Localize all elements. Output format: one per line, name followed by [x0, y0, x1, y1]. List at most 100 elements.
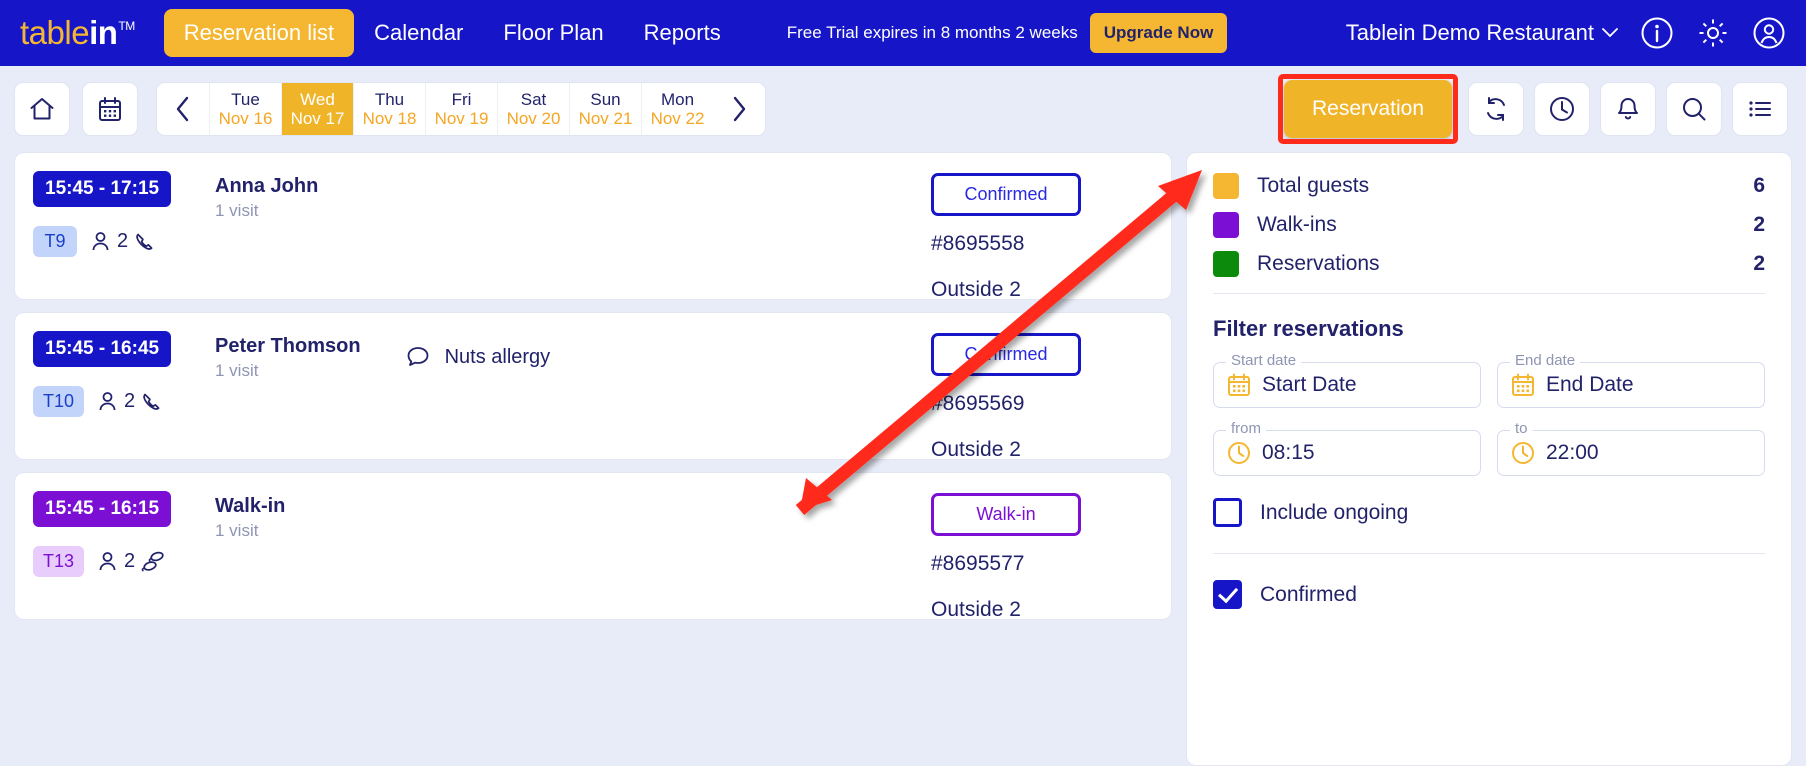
stat-row-total-guests: Total guests 6: [1213, 173, 1765, 199]
reservation-number: #8695558: [931, 231, 1025, 255]
time-badge: 15:45 - 16:15: [33, 491, 172, 527]
day-cell-wed[interactable]: Wed Nov 17: [281, 83, 353, 135]
visit-count: 1 visit: [215, 521, 259, 540]
color-swatch: [1213, 251, 1239, 277]
bell-icon[interactable]: [1600, 82, 1656, 136]
day-of-month: Nov 21: [578, 109, 633, 128]
table-badge: T10: [33, 386, 85, 417]
footprints-icon: [141, 551, 164, 572]
guest-count: 2: [96, 390, 163, 413]
tablein-logo[interactable]: tableinTM: [20, 14, 142, 52]
include-ongoing-checkbox[interactable]: [1213, 498, 1242, 527]
tab-reservation-list[interactable]: Reservation list: [163, 9, 355, 57]
guest-count: 2: [96, 550, 168, 573]
toolbar-actions: Reservation: [1278, 74, 1792, 144]
include-ongoing-row[interactable]: Include ongoing: [1213, 498, 1765, 527]
end-date-input[interactable]: End date End Date: [1497, 352, 1765, 408]
reservation-button-wrapper: Reservation: [1278, 74, 1458, 144]
reservation-card[interactable]: 15:45 - 16:15 T13 2 Walk-in 1 visit Walk…: [14, 472, 1172, 621]
status-badge[interactable]: Confirmed: [931, 333, 1081, 376]
day-cell-mon[interactable]: Mon Nov 22: [641, 83, 713, 135]
tab-reports[interactable]: Reports: [624, 9, 741, 57]
from-time-value: 08:15: [1262, 441, 1315, 464]
reservation-time-column: 15:45 - 17:15 T9 2: [15, 171, 215, 299]
day-cell-fri[interactable]: Fri Nov 19: [425, 83, 497, 135]
main-content: 15:45 - 17:15 T9 2 Anna John 1 visit Con…: [0, 152, 1806, 766]
day-cell-sun[interactable]: Sun Nov 21: [569, 83, 641, 135]
top-navigation-bar: tableinTM Reservation list Calendar Floo…: [0, 0, 1806, 66]
table-badge: T9: [33, 226, 77, 257]
day-cell-tue[interactable]: Tue Nov 16: [209, 83, 281, 135]
reservation-guest-column: Peter Thomson 1 visit Nuts allergy: [215, 331, 931, 459]
stat-label: Total guests: [1257, 174, 1370, 197]
restaurant-selector[interactable]: Tablein Demo Restaurant: [1346, 20, 1618, 46]
date-strip: Tue Nov 16 Wed Nov 17 Thu Nov 18 Fri Nov…: [156, 82, 766, 136]
from-time-input[interactable]: from 08:15: [1213, 420, 1481, 476]
reservation-time-column: 15:45 - 16:45 T10 2: [15, 331, 215, 459]
stat-label: Reservations: [1257, 252, 1380, 275]
day-of-week: Tue: [231, 89, 260, 109]
search-icon[interactable]: [1666, 82, 1722, 136]
guest-name: Peter Thomson: [215, 335, 361, 357]
end-date-label: End date: [1510, 352, 1581, 369]
status-badge[interactable]: Confirmed: [931, 173, 1081, 216]
calendar-icon: [1228, 373, 1250, 396]
upgrade-now-button[interactable]: Upgrade Now: [1089, 13, 1228, 53]
person-icon: [99, 552, 116, 571]
confirmed-filter-label: Confirmed: [1260, 582, 1357, 606]
home-button[interactable]: [14, 82, 70, 136]
stat-row-walk-ins: Walk-ins 2: [1213, 212, 1765, 238]
divider: [1213, 553, 1765, 554]
from-time-label: from: [1226, 420, 1266, 437]
day-of-month: Nov 22: [650, 109, 705, 128]
calendar-icon: [1512, 373, 1534, 396]
new-reservation-button[interactable]: Reservation: [1284, 80, 1452, 138]
calendar-picker-button[interactable]: [82, 82, 138, 136]
trial-status-text: Free Trial expires in 8 months 2 weeks: [786, 23, 1078, 42]
reservation-note: Nuts allergy: [405, 344, 550, 370]
table-badge: T13: [33, 546, 85, 577]
confirmed-filter-row[interactable]: Confirmed: [1213, 580, 1765, 609]
clock-icon[interactable]: [1534, 82, 1590, 136]
reservation-status-column: Confirmed #8695569 Outside 2: [931, 331, 1171, 461]
day-cell-thu[interactable]: Thu Nov 18: [353, 83, 425, 135]
gear-icon[interactable]: [1696, 16, 1730, 50]
reservation-card[interactable]: 15:45 - 16:45 T10 2 Peter Thomson 1 visi…: [14, 312, 1172, 461]
reservation-status-column: Walk-in #8695577 Outside 2: [931, 491, 1171, 621]
next-week-button[interactable]: [713, 83, 765, 135]
day-of-week: Mon: [660, 89, 695, 109]
stat-value: 2: [1753, 213, 1765, 236]
logo-text-table: table: [20, 14, 90, 51]
phone-icon: [143, 393, 160, 410]
info-icon[interactable]: [1640, 16, 1674, 50]
confirmed-checkbox[interactable]: [1213, 580, 1242, 609]
day-of-month: Nov 17: [290, 109, 345, 128]
tab-floor-plan[interactable]: Floor Plan: [483, 9, 623, 57]
prev-week-button[interactable]: [157, 83, 209, 135]
color-swatch: [1213, 212, 1239, 238]
start-date-label: Start date: [1226, 352, 1302, 369]
time-filter-row: from 08:15 to 22:00: [1213, 420, 1765, 476]
guest-name: Walk-in: [215, 495, 286, 517]
visit-count: 1 visit: [215, 201, 259, 220]
day-of-week: Thu: [374, 89, 405, 109]
day-of-week: Wed: [300, 89, 335, 109]
day-of-month: Nov 20: [506, 109, 561, 128]
reservation-time-column: 15:45 - 16:15 T13 2: [15, 491, 215, 619]
reservation-area: Outside 2: [931, 277, 1021, 301]
reservation-card[interactable]: 15:45 - 17:15 T9 2 Anna John 1 visit Con…: [14, 152, 1172, 301]
list-icon[interactable]: [1732, 82, 1788, 136]
to-time-input[interactable]: to 22:00: [1497, 420, 1765, 476]
to-time-value: 22:00: [1546, 441, 1599, 464]
tab-calendar[interactable]: Calendar: [354, 9, 483, 57]
start-date-input[interactable]: Start date Start Date: [1213, 352, 1481, 408]
summary-filter-sidebar: Total guests 6 Walk-ins 2 Reservations 2…: [1186, 152, 1792, 766]
refresh-icon[interactable]: [1468, 82, 1524, 136]
day-of-month: Nov 19: [434, 109, 489, 128]
status-badge[interactable]: Walk-in: [931, 493, 1081, 536]
day-cell-sat[interactable]: Sat Nov 20: [497, 83, 569, 135]
account-icon[interactable]: [1752, 16, 1786, 50]
nav-tabs: Reservation list Calendar Floor Plan Rep…: [163, 9, 741, 57]
stat-value: 2: [1753, 252, 1765, 275]
day-of-week: Fri: [451, 89, 472, 109]
